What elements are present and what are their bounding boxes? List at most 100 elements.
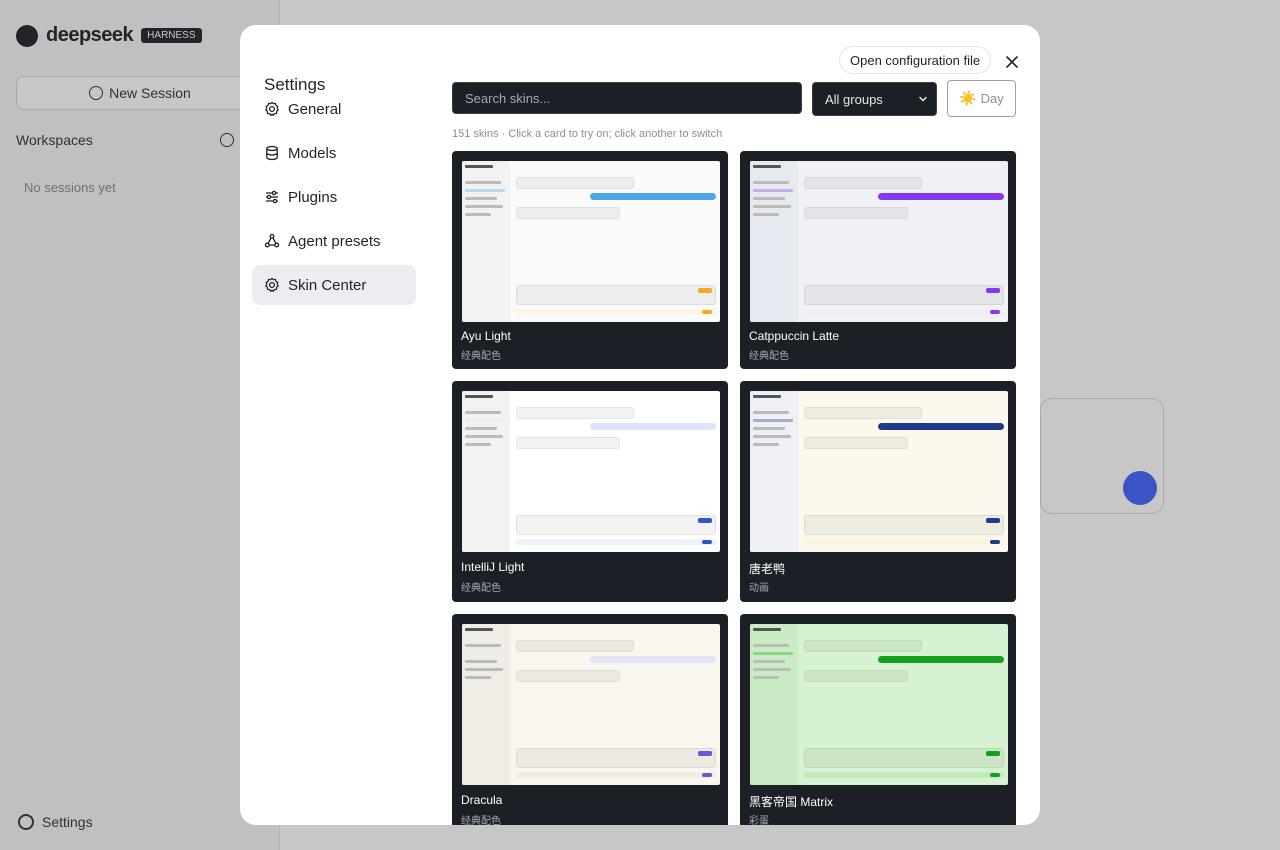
preview-message: [516, 670, 620, 682]
close-button[interactable]: [1000, 50, 1024, 74]
preview-bubble: [590, 423, 716, 430]
preview-message: [804, 670, 908, 682]
skin-preview-mock: [462, 624, 720, 785]
nav-label: Plugins: [288, 188, 338, 206]
skin-group: 动画: [749, 583, 769, 594]
preview-line: [465, 205, 503, 208]
skin-name: IntelliJ Light: [461, 560, 525, 574]
preview-bubble: [590, 656, 716, 663]
nav-item-agent-presets[interactable]: Agent presets: [252, 221, 416, 261]
skin-preview-mock: [750, 624, 1008, 785]
preview-composer: [516, 515, 716, 535]
preview-line: [753, 628, 781, 631]
preview-sidebar: [750, 161, 798, 322]
preview-line: [465, 395, 493, 398]
preview-sidebar: [462, 391, 510, 552]
skin-card[interactable]: 唐老鸭 动画: [740, 381, 1016, 602]
preview-line: [753, 411, 789, 414]
preview-button: [698, 288, 712, 293]
nodes-icon: [264, 233, 280, 248]
preview-composer: [804, 748, 1004, 768]
nav-item-models[interactable]: Models: [252, 133, 416, 173]
preview-sidebar: [462, 161, 510, 322]
preview-line: [753, 419, 793, 422]
preview-message: [516, 407, 634, 419]
preview-button: [986, 518, 1000, 523]
nav-label: Models: [288, 144, 337, 162]
preview-line: [753, 435, 791, 438]
skin-group: 经典配色: [461, 816, 501, 825]
nav-item-general[interactable]: General: [252, 89, 416, 129]
skin-group: 经典配色: [461, 351, 501, 362]
skin-card[interactable]: IntelliJ Light 经典配色: [452, 381, 728, 602]
preview-bubble: [878, 423, 1004, 430]
preview-button: [990, 773, 1000, 777]
preview-line: [753, 660, 785, 663]
preview-line: [465, 435, 503, 438]
preview-line: [753, 189, 793, 192]
preview-bar: [804, 309, 1004, 315]
group-select[interactable]: All groups: [812, 82, 937, 116]
open-config-file-button[interactable]: Open configuration file: [839, 46, 992, 74]
day-mode-toggle[interactable]: ☀️ Day: [947, 80, 1016, 117]
preview-button: [986, 751, 1000, 756]
preview-composer: [516, 748, 716, 768]
preview-composer: [804, 285, 1004, 305]
preview-message: [804, 640, 922, 652]
skin-card[interactable]: 黑客帝国 Matrix 彩蛋: [740, 614, 1016, 825]
skin-card[interactable]: Ayu Light 经典配色: [452, 151, 728, 369]
nav-item-plugins[interactable]: Plugins: [252, 177, 416, 217]
skin-preview-mock: [462, 391, 720, 552]
preview-line: [465, 189, 505, 192]
skin-name: Ayu Light: [461, 329, 511, 343]
skin-card[interactable]: Catppuccin Latte 经典配色: [740, 151, 1016, 369]
preview-line: [753, 213, 779, 216]
preview-line: [753, 644, 789, 647]
skin-card[interactable]: Dracula 经典配色: [452, 614, 728, 825]
preview-button: [698, 518, 712, 523]
preview-line: [753, 197, 785, 200]
preview-message: [516, 177, 634, 189]
preview-sidebar: [462, 624, 510, 785]
preview-line: [465, 427, 497, 430]
skin-name: Catppuccin Latte: [749, 329, 840, 343]
preview-button: [698, 751, 712, 756]
preview-message: [804, 177, 922, 189]
preview-line: [465, 628, 493, 631]
preview-button: [990, 310, 1000, 314]
preview-line: [753, 443, 779, 446]
preview-line: [753, 395, 781, 398]
skin-preview-mock: [750, 161, 1008, 322]
preview-button: [986, 288, 1000, 293]
skin-search-input[interactable]: [452, 82, 802, 114]
gear-icon: [265, 277, 279, 292]
preview-bar: [516, 309, 716, 315]
preview-composer: [804, 515, 1004, 535]
preview-bar: [516, 539, 716, 545]
preview-message: [804, 437, 908, 449]
preview-button: [702, 773, 712, 777]
skin-preview: [462, 624, 720, 785]
sliders-icon: [266, 190, 278, 204]
preview-line: [465, 652, 505, 655]
nav-label: Agent presets: [288, 232, 381, 250]
skin-group: 经典配色: [461, 583, 501, 594]
preview-bubble: [590, 193, 716, 200]
skin-preview-mock: [462, 161, 720, 322]
preview-message: [804, 207, 908, 219]
settings-nav: General Models Plugins Agent presets Ski…: [252, 89, 416, 309]
preview-line: [753, 181, 789, 184]
preview-sidebar: [750, 391, 798, 552]
skin-preview: [750, 161, 1008, 322]
preview-composer: [516, 285, 716, 305]
skin-group: 彩蛋: [749, 816, 769, 825]
preview-message: [516, 437, 620, 449]
preview-sidebar: [750, 624, 798, 785]
preview-line: [465, 660, 497, 663]
preview-line: [753, 652, 793, 655]
preview-line: [465, 411, 501, 414]
preview-line: [465, 676, 491, 679]
nav-item-skin-center[interactable]: Skin Center: [252, 265, 416, 305]
preview-line: [465, 644, 501, 647]
sun-icon: ☀️: [959, 90, 977, 106]
